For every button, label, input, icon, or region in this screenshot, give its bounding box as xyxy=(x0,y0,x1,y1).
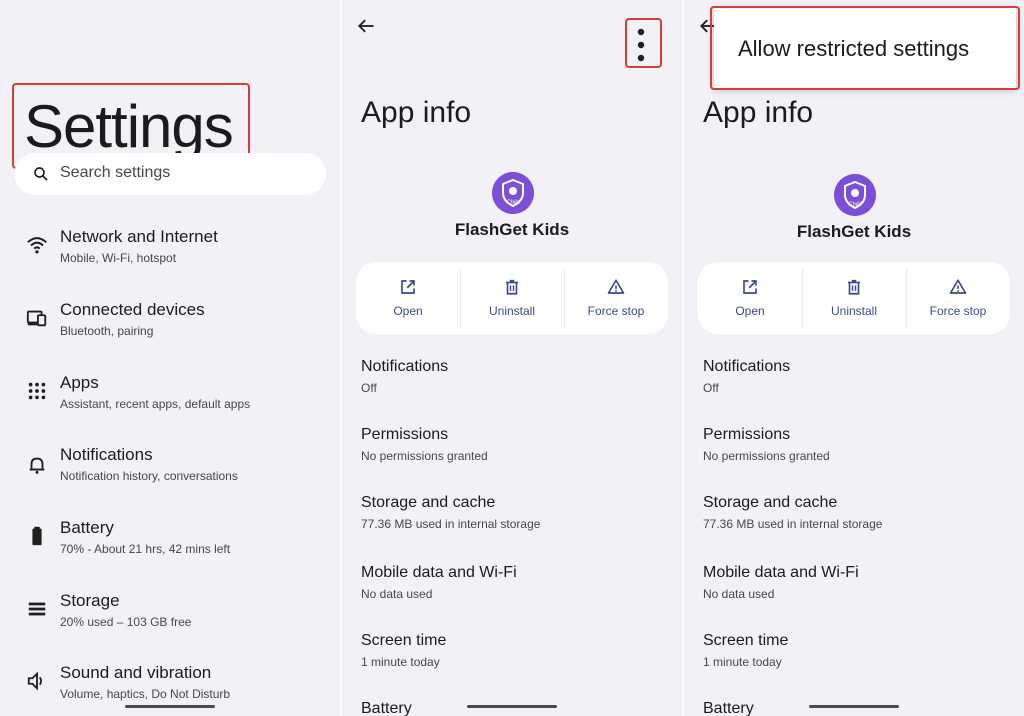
uninstall-button[interactable]: Uninstall xyxy=(460,262,564,334)
row-title: Notifications xyxy=(703,358,791,375)
app-info-screen: App info Child FlashGet Kids Open Uninst… xyxy=(342,0,682,716)
action-label: Open xyxy=(735,304,765,318)
settings-item-battery[interactable]: Battery 70% - About 21 hrs, 42 mins left xyxy=(0,513,340,573)
force-stop-button[interactable]: Force stop xyxy=(564,262,668,334)
settings-item-subtitle: Volume, haptics, Do Not Disturb xyxy=(60,687,231,701)
row-subtitle: No permissions granted xyxy=(361,449,488,463)
row-subtitle: Off xyxy=(703,381,719,395)
row-title: Storage and cache xyxy=(361,494,496,511)
open-button[interactable]: Open xyxy=(698,262,802,334)
settings-item-title: Storage xyxy=(60,591,120,610)
settings-item-title: Network and Internet xyxy=(60,227,218,246)
row-title: Notifications xyxy=(361,358,449,375)
trash-icon xyxy=(506,279,518,295)
settings-item-title: Apps xyxy=(60,373,99,392)
settings-item-subtitle: Bluetooth, pairing xyxy=(60,324,154,338)
row-title: Screen time xyxy=(361,632,447,649)
row-subtitle: No data used xyxy=(361,587,433,601)
app-actions-bar: Open Uninstall Force stop xyxy=(698,262,1010,334)
app-icon: Child xyxy=(492,172,534,214)
row-title: Mobile data and Wi-Fi xyxy=(703,564,859,581)
gesture-nav-bar[interactable] xyxy=(809,705,899,708)
bell-icon xyxy=(29,457,45,474)
settings-item-title: Sound and vibration xyxy=(60,663,212,682)
app-info-menu-screen: App info Child FlashGet Kids Open Uninst… xyxy=(684,0,1024,716)
settings-item-title: Battery xyxy=(60,518,114,537)
row-subtitle: Off xyxy=(361,381,377,395)
action-label: Uninstall xyxy=(830,304,878,318)
settings-item-notifications[interactable]: Notifications Notification history, conv… xyxy=(0,440,340,500)
row-title: Storage and cache xyxy=(703,494,838,511)
settings-item-title: Connected devices xyxy=(60,300,205,319)
search-icon xyxy=(34,167,48,181)
open-external-icon xyxy=(401,280,415,294)
search-placeholder: Search settings xyxy=(60,164,171,181)
action-label: Force stop xyxy=(929,304,987,318)
app-icon: Child xyxy=(834,174,876,216)
speaker-icon xyxy=(27,671,43,691)
uninstall-button[interactable]: Uninstall xyxy=(802,262,906,334)
row-subtitle: 1 minute today xyxy=(703,655,782,669)
open-external-icon xyxy=(743,280,757,294)
warning-icon xyxy=(949,279,967,294)
app-name: FlashGet Kids xyxy=(454,220,570,239)
settings-item-storage[interactable]: Storage 20% used – 103 GB free xyxy=(0,586,340,646)
action-label: Uninstall xyxy=(488,304,536,318)
settings-item-subtitle: Notification history, conversations xyxy=(60,469,238,483)
menu-item-highlight-box xyxy=(710,6,1020,90)
settings-item-network[interactable]: Network and Internet Mobile, Wi-Fi, hots… xyxy=(0,222,340,282)
app-name: FlashGet Kids xyxy=(796,222,912,241)
force-stop-button[interactable]: Force stop xyxy=(906,262,1010,334)
back-arrow-icon[interactable] xyxy=(356,16,376,36)
row-title: Permissions xyxy=(703,426,791,443)
app-icon-label: Child xyxy=(506,200,520,206)
action-label: Force stop xyxy=(587,304,645,318)
row-subtitle: No data used xyxy=(703,587,775,601)
settings-item-apps[interactable]: Apps Assistant, recent apps, default app… xyxy=(0,368,340,428)
row-subtitle: No permissions granted xyxy=(703,449,830,463)
settings-item-subtitle: 20% used – 103 GB free xyxy=(60,615,192,629)
settings-item-title: Notifications xyxy=(60,445,153,464)
connected-devices-icon xyxy=(26,310,47,327)
battery-icon xyxy=(32,526,42,546)
page-title: App info xyxy=(361,96,472,129)
warning-icon xyxy=(607,279,625,294)
more-options-icon[interactable] xyxy=(636,28,646,62)
action-label: Open xyxy=(393,304,423,318)
gesture-nav-bar[interactable] xyxy=(467,705,557,708)
row-title: Mobile data and Wi-Fi xyxy=(361,564,517,581)
app-actions-bar: Open Uninstall Force stop xyxy=(356,262,668,334)
wifi-icon xyxy=(27,237,47,254)
app-icon-label: Child xyxy=(848,202,862,208)
row-title: Battery xyxy=(703,700,754,716)
row-subtitle: 77.36 MB used in internal storage xyxy=(703,517,883,531)
apps-grid-icon xyxy=(28,382,46,400)
gesture-nav-bar[interactable] xyxy=(125,705,215,708)
row-title: Screen time xyxy=(703,632,789,649)
trash-icon xyxy=(848,279,860,295)
settings-item-connected-devices[interactable]: Connected devices Bluetooth, pairing xyxy=(0,295,340,355)
settings-screen: Settings Search settings Network and Int… xyxy=(0,0,340,716)
storage-icon xyxy=(28,602,46,616)
row-title: Battery xyxy=(361,700,412,716)
open-button[interactable]: Open xyxy=(356,262,460,334)
settings-item-subtitle: 70% - About 21 hrs, 42 mins left xyxy=(60,542,231,556)
settings-item-subtitle: Assistant, recent apps, default apps xyxy=(60,397,251,411)
settings-item-subtitle: Mobile, Wi-Fi, hotspot xyxy=(60,251,177,265)
page-title: App info xyxy=(703,96,814,129)
row-subtitle: 1 minute today xyxy=(361,655,440,669)
row-subtitle: 77.36 MB used in internal storage xyxy=(361,517,541,531)
row-title: Permissions xyxy=(361,426,449,443)
